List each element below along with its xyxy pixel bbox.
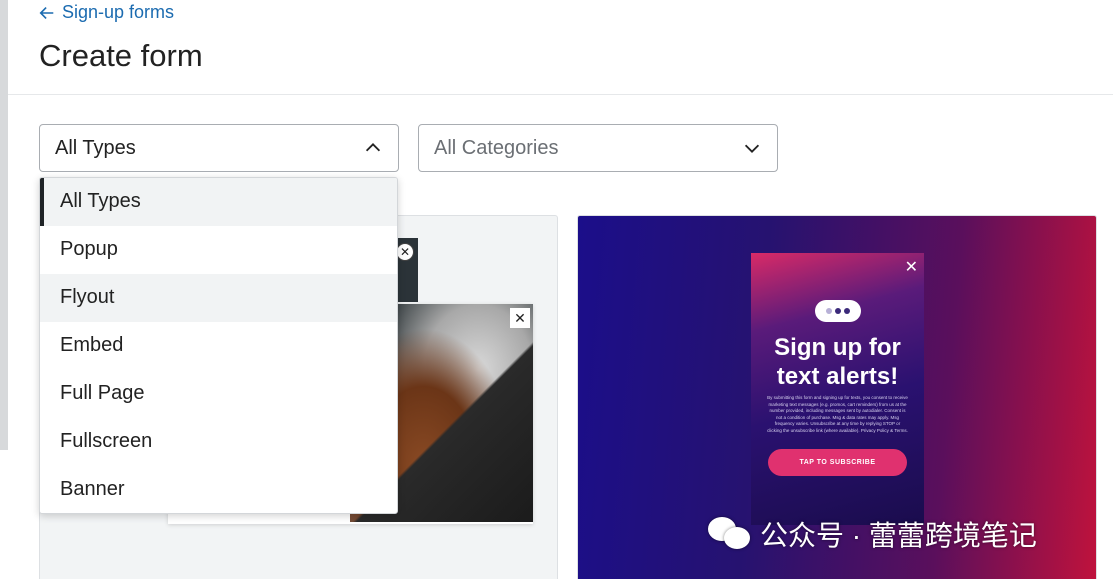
- popup-headline-line2: text alerts!: [776, 363, 899, 390]
- popup-headline-line1: Sign up for: [774, 334, 901, 361]
- close-icon: ✕: [510, 308, 530, 328]
- subscribe-button-preview: TAP TO SUBSCRIBE: [768, 449, 907, 476]
- dropdown-option-popup[interactable]: Popup: [40, 226, 397, 274]
- categories-select-value: All Categories: [434, 136, 559, 159]
- back-link-sign-up-forms[interactable]: Sign-up forms: [38, 2, 174, 23]
- types-dropdown-menu: All Types Popup Flyout Embed Full Page F…: [39, 177, 398, 514]
- dropdown-option-banner[interactable]: Banner: [40, 465, 397, 513]
- watermark: 公众号 · 蕾蕾跨境笔记: [708, 514, 1037, 554]
- text-alerts-popup-preview: ✕ Sign up for text alerts! By submitting…: [751, 253, 924, 525]
- popup-fine-print: By submitting this form and signing up f…: [767, 395, 908, 433]
- left-scroll-rail: [0, 0, 8, 450]
- dropdown-option-flyout[interactable]: Flyout: [40, 273, 397, 322]
- dropdown-option-embed[interactable]: Embed: [40, 322, 397, 370]
- close-icon: ✕: [396, 243, 414, 261]
- chevron-up-icon: [365, 143, 381, 152]
- types-select-value: All Types: [55, 136, 136, 159]
- watermark-text: 公众号 · 蕾蕾跨境笔记: [760, 520, 1037, 551]
- page-title: Create form: [39, 38, 203, 73]
- types-select[interactable]: All Types: [39, 124, 399, 172]
- dropdown-option-fullscreen[interactable]: Fullscreen: [40, 417, 397, 465]
- header-divider: [8, 94, 1113, 95]
- chevron-down-icon: [744, 144, 760, 153]
- back-link-label: Sign-up forms: [62, 2, 175, 22]
- dropdown-option-full-page[interactable]: Full Page: [40, 370, 397, 418]
- categories-select[interactable]: All Categories: [418, 124, 778, 172]
- dropdown-option-all-types[interactable]: All Types: [40, 178, 397, 226]
- close-icon: ✕: [904, 259, 918, 276]
- wechat-icon: [708, 517, 752, 551]
- arrow-left-icon: [39, 6, 54, 19]
- chat-bubble-icon: [815, 300, 861, 322]
- popup-headline: Sign up for text alerts!: [751, 333, 924, 391]
